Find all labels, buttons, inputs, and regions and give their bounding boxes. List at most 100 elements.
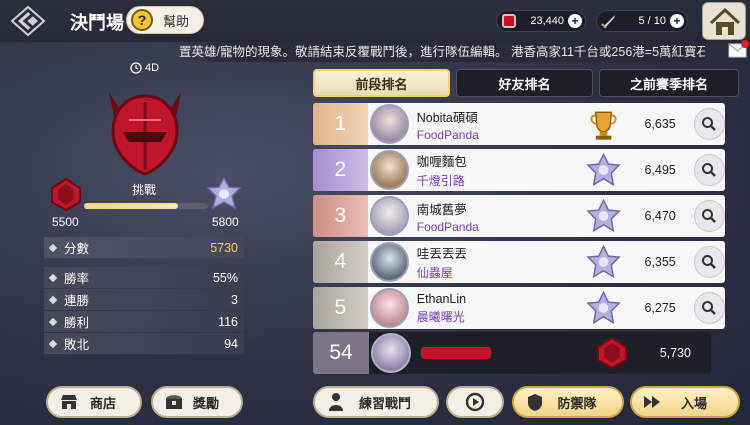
silver-star-badge-icon [586, 152, 621, 187]
diamond-bullet-icon [48, 243, 58, 252]
diamond-bullet-icon [48, 339, 58, 348]
player-score: 6,355 [644, 255, 676, 269]
ruby-icon [502, 14, 516, 28]
stat-value: 55% [212, 270, 238, 285]
rank-number: 3 [313, 195, 368, 237]
redacted-name [421, 347, 491, 359]
ticker-text: 置英雄/寵物的現象。敬請結束反覆戰鬥後，進行隊伍編輯。 港香高家11千台或256… [179, 45, 705, 59]
help-button[interactable]: ? 幫助 [126, 6, 204, 34]
view-profile-button[interactable] [693, 292, 725, 324]
player-score: 6,275 [644, 301, 676, 315]
next-tier-score: 5800 [212, 215, 239, 229]
avatar [369, 288, 409, 328]
rank-number: 4 [313, 241, 368, 283]
gem-counter: 23,440 + [496, 10, 586, 32]
diamond-bullet-icon [48, 317, 58, 326]
my-ranking-row: 54 5,730 [313, 332, 711, 374]
defense-team-button[interactable]: 防禦隊 [512, 386, 624, 418]
add-gems-button[interactable]: + [568, 14, 582, 28]
stat-label: 勝率 [64, 272, 90, 286]
diamond-bullet-icon [48, 295, 58, 304]
shop-button[interactable]: 商店 [46, 386, 142, 418]
rank-number: 1 [313, 103, 368, 145]
player-name: 哇丟丟丟 [416, 247, 467, 261]
stat-value: 5730 [210, 240, 238, 255]
guild-name: 仙蟲屋 [416, 266, 453, 280]
tab-friend-ranking[interactable]: 好友排名 [456, 69, 593, 97]
announcement-ticker: 置英雄/寵物的現象。敬請結束反覆戰鬥後，進行隊伍編輯。 港香高家11千台或256… [175, 42, 705, 62]
ranking-row[interactable]: 3 南城舊夢 FoodPanda 6,470 [313, 195, 725, 237]
next-rank-emblem-icon [206, 176, 242, 210]
reward-button[interactable]: 獎勵 [151, 386, 243, 418]
silver-star-badge-icon [586, 244, 621, 279]
guild-name: 晨曦曙光 [416, 309, 465, 324]
stat-value: 116 [218, 314, 238, 329]
stat-label: 敗北 [64, 338, 90, 352]
ranking-row[interactable]: 4 哇丟丟丟 仙蟲屋 6,355 [313, 241, 725, 283]
stat-row-losses: 敗北 94 [44, 333, 244, 354]
view-profile-button[interactable] [693, 108, 725, 140]
replay-icon [464, 391, 486, 413]
tab-top-ranking[interactable]: 前段排名 [313, 69, 450, 97]
avatar [369, 150, 409, 190]
question-icon: ? [131, 9, 153, 31]
view-profile-button[interactable] [693, 200, 725, 232]
tab-previous-season-ranking[interactable]: 之前賽季排名 [599, 69, 739, 97]
magnifier-icon [702, 163, 717, 177]
reward-label: 獎勵 [192, 395, 219, 411]
silver-star-badge-icon [586, 290, 621, 325]
guild-name: FoodPanda [416, 127, 479, 142]
ranking-row[interactable]: 1 Nobita碩碩 FoodPanda 6,635 [313, 103, 725, 145]
double-arrow-icon [642, 391, 664, 413]
my-score: 5,730 [659, 346, 691, 360]
shop-icon [58, 391, 80, 413]
diamond-bullet-icon [48, 273, 58, 282]
practice-battle-button[interactable]: 練習戰鬥 [313, 386, 439, 418]
avatar [369, 196, 409, 236]
gem-value: 23,440 [530, 15, 564, 27]
home-button[interactable] [702, 2, 746, 40]
defense-label: 防禦隊 [557, 395, 597, 411]
avatar [369, 242, 409, 282]
guild-name: 千燈引路 [416, 174, 465, 188]
ranking-row[interactable]: 2 咖喱麵包 千燈引路 6,495 [313, 149, 725, 191]
player-name: 南城舊夢 [416, 202, 467, 217]
rank-number: 5 [313, 287, 368, 329]
help-label: 幫助 [163, 13, 190, 29]
stat-label: 勝利 [64, 316, 90, 330]
mail-icon [728, 40, 749, 58]
stat-label: 分數 [64, 242, 90, 256]
replay-button[interactable] [446, 386, 504, 418]
reward-chest-icon [163, 391, 185, 413]
back-button[interactable] [8, 4, 50, 38]
mail-button[interactable] [726, 38, 750, 62]
enter-label: 入場 [680, 395, 707, 411]
enter-battle-button[interactable]: 入場 [630, 386, 740, 418]
current-rank-emblem-icon [51, 177, 81, 212]
add-tickets-button[interactable]: + [670, 14, 684, 28]
magnifier-icon [702, 117, 717, 131]
home-icon [709, 7, 741, 35]
clock-icon [130, 62, 142, 74]
rank-number: 2 [313, 149, 368, 191]
player-score: 6,470 [644, 209, 676, 223]
silver-star-badge-icon [586, 198, 621, 233]
rank-emblem-icon [109, 92, 181, 176]
ticket-value: 5 / 10 [638, 15, 666, 27]
view-profile-button[interactable] [693, 154, 725, 186]
view-profile-button[interactable] [693, 246, 725, 278]
ticket-counter: 5 / 10 + [596, 10, 688, 32]
timer-value: 4D [145, 62, 160, 74]
stat-label: 連勝 [64, 294, 90, 308]
my-rank-number: 54 [313, 332, 369, 374]
player-name: EthanLin [416, 291, 467, 306]
page-title: 決鬥場 [70, 13, 124, 33]
stat-value: 3 [231, 292, 238, 307]
shield-icon [524, 391, 546, 413]
current-tier-score: 5500 [52, 215, 79, 229]
stat-row-wins: 勝利 116 [44, 311, 244, 332]
stat-value: 94 [224, 336, 238, 351]
practice-label: 練習戰鬥 [358, 395, 411, 411]
ranking-row[interactable]: 5 EthanLin 晨曦曙光 6,275 [313, 287, 725, 329]
sword-icon [601, 15, 615, 29]
